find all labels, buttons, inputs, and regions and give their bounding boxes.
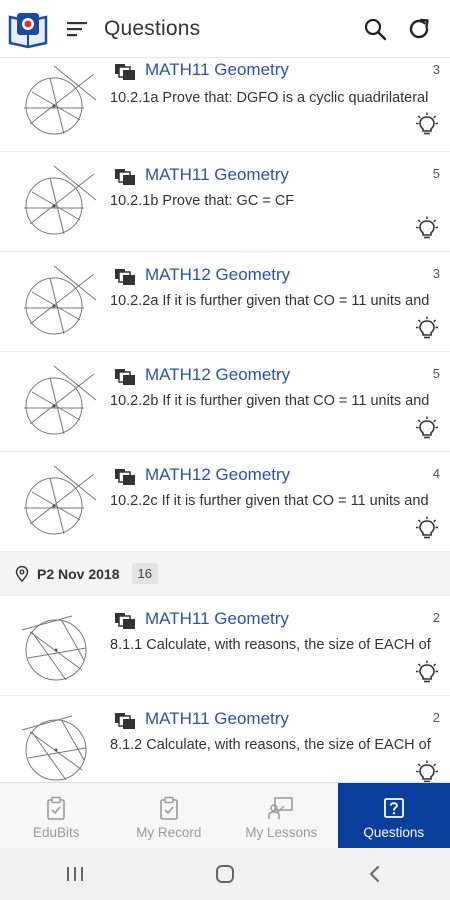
- question-count: 2: [432, 710, 440, 725]
- geometry-diagram-thumbnail: [24, 365, 97, 435]
- section-header[interactable]: P2 Nov 2018 16: [0, 552, 450, 596]
- system-navigation-bar: [0, 848, 450, 900]
- nav-item-my-lessons[interactable]: My Lessons: [225, 783, 338, 848]
- nav-item-my-record[interactable]: My Record: [113, 783, 226, 848]
- lightbulb-icon[interactable]: [414, 416, 440, 440]
- location-pin-icon: [15, 565, 29, 582]
- lightbulb-icon[interactable]: [414, 760, 440, 782]
- nav-label: My Lessons: [245, 825, 318, 840]
- geometry-diagram-thumbnail: [24, 65, 97, 135]
- teacher-board-icon: [268, 797, 293, 819]
- recent-apps-button[interactable]: [55, 854, 95, 894]
- section-title: P2 Nov 2018: [37, 565, 120, 582]
- stack-icon: [115, 169, 135, 185]
- stack-icon: [115, 369, 135, 385]
- stack-icon: [115, 469, 135, 485]
- question-item[interactable]: MATH11 Geometry 5 10.2.1b Prove that: GC…: [0, 152, 450, 252]
- lightbulb-icon[interactable]: [414, 660, 440, 684]
- menu-icon: [67, 21, 87, 36]
- bottom-navigation: EduBits My Record My Lessons Questions: [0, 782, 450, 848]
- question-box-icon: [383, 798, 404, 818]
- question-text: 10.2.2c If it is further given that CO =…: [110, 493, 429, 509]
- subject-link[interactable]: MATH12 Geometry: [145, 365, 290, 385]
- home-button[interactable]: [205, 854, 245, 894]
- question-text: 10.2.2a If it is further given that CO =…: [110, 293, 430, 309]
- lightbulb-icon[interactable]: [414, 316, 440, 340]
- nav-item-questions[interactable]: Questions: [337, 783, 450, 848]
- lightbulb-icon[interactable]: [414, 112, 440, 136]
- subject-link[interactable]: MATH12 Geometry: [145, 465, 290, 485]
- back-button[interactable]: [355, 854, 395, 894]
- lightbulb-icon[interactable]: [414, 516, 440, 540]
- question-count: 3: [432, 266, 440, 281]
- question-text: 10.2.1a Prove that: DGFO is a cyclic qua…: [110, 90, 429, 106]
- app-bar: Questions: [0, 0, 450, 58]
- search-icon: [364, 18, 387, 40]
- clipboard-check-icon: [159, 796, 178, 820]
- recent-apps-icon: [67, 867, 83, 881]
- subject-link[interactable]: MATH11 Geometry: [145, 165, 289, 185]
- menu-button[interactable]: [64, 16, 90, 42]
- question-item[interactable]: MATH12 Geometry 5 10.2.2b If it is furth…: [0, 352, 450, 452]
- nav-label: Questions: [363, 825, 425, 840]
- geometry-diagram-thumbnail: [24, 165, 97, 235]
- question-count: 5: [432, 366, 440, 381]
- refresh-icon: [409, 18, 429, 38]
- question-text: 10.2.1b Prove that: GC = CF: [110, 193, 295, 209]
- question-item[interactable]: MATH11 Geometry 2 8.1.2 Calculate, with …: [0, 696, 450, 782]
- stack-icon: [115, 64, 135, 80]
- nav-label: My Record: [136, 825, 202, 840]
- subject-link[interactable]: MATH11 Geometry: [145, 709, 289, 729]
- question-list[interactable]: MATH11 Geometry 3 10.2.1a Prove that: DG…: [0, 58, 450, 782]
- geometry-diagram-thumbnail: [21, 715, 87, 781]
- question-item[interactable]: MATH11 Geometry 3 10.2.1a Prove that: DG…: [0, 58, 450, 152]
- stack-icon: [115, 613, 135, 629]
- question-count: 4: [432, 466, 440, 481]
- stack-icon: [115, 269, 135, 285]
- subject-link[interactable]: MATH11 Geometry: [145, 60, 289, 80]
- home-icon: [216, 865, 234, 883]
- nav-label: EduBits: [32, 825, 80, 840]
- geometry-diagram-thumbnail: [24, 465, 97, 535]
- section-count-badge: 16: [131, 563, 158, 584]
- lightbulb-icon[interactable]: [414, 216, 440, 240]
- question-text: 8.1.1 Calculate, with reasons, the size …: [110, 637, 431, 653]
- question-item[interactable]: MATH12 Geometry 4 10.2.2c If it is furth…: [0, 452, 450, 552]
- page-title: Questions: [104, 16, 201, 40]
- clipboard-icon: [47, 796, 66, 820]
- question-count: 5: [432, 166, 440, 181]
- back-icon: [370, 866, 379, 882]
- stack-icon: [115, 713, 135, 729]
- question-text: 10.2.2b If it is further given that CO =…: [110, 393, 430, 409]
- nav-item-edubits[interactable]: EduBits: [0, 783, 113, 848]
- question-item[interactable]: MATH11 Geometry 2 8.1.1 Calculate, with …: [0, 596, 450, 696]
- subject-link[interactable]: MATH12 Geometry: [145, 265, 290, 285]
- question-text: 8.1.2 Calculate, with reasons, the size …: [110, 737, 431, 753]
- question-count: 2: [432, 610, 440, 625]
- question-item[interactable]: MATH12 Geometry 3 10.2.2a If it is furth…: [0, 252, 450, 352]
- subject-link[interactable]: MATH11 Geometry: [145, 609, 289, 629]
- geometry-diagram-thumbnail: [24, 265, 97, 335]
- app-logo-icon[interactable]: [6, 7, 50, 51]
- geometry-diagram-thumbnail: [21, 615, 87, 681]
- question-count: 3: [432, 62, 440, 77]
- search-button[interactable]: [360, 14, 390, 44]
- refresh-button[interactable]: [404, 14, 434, 44]
